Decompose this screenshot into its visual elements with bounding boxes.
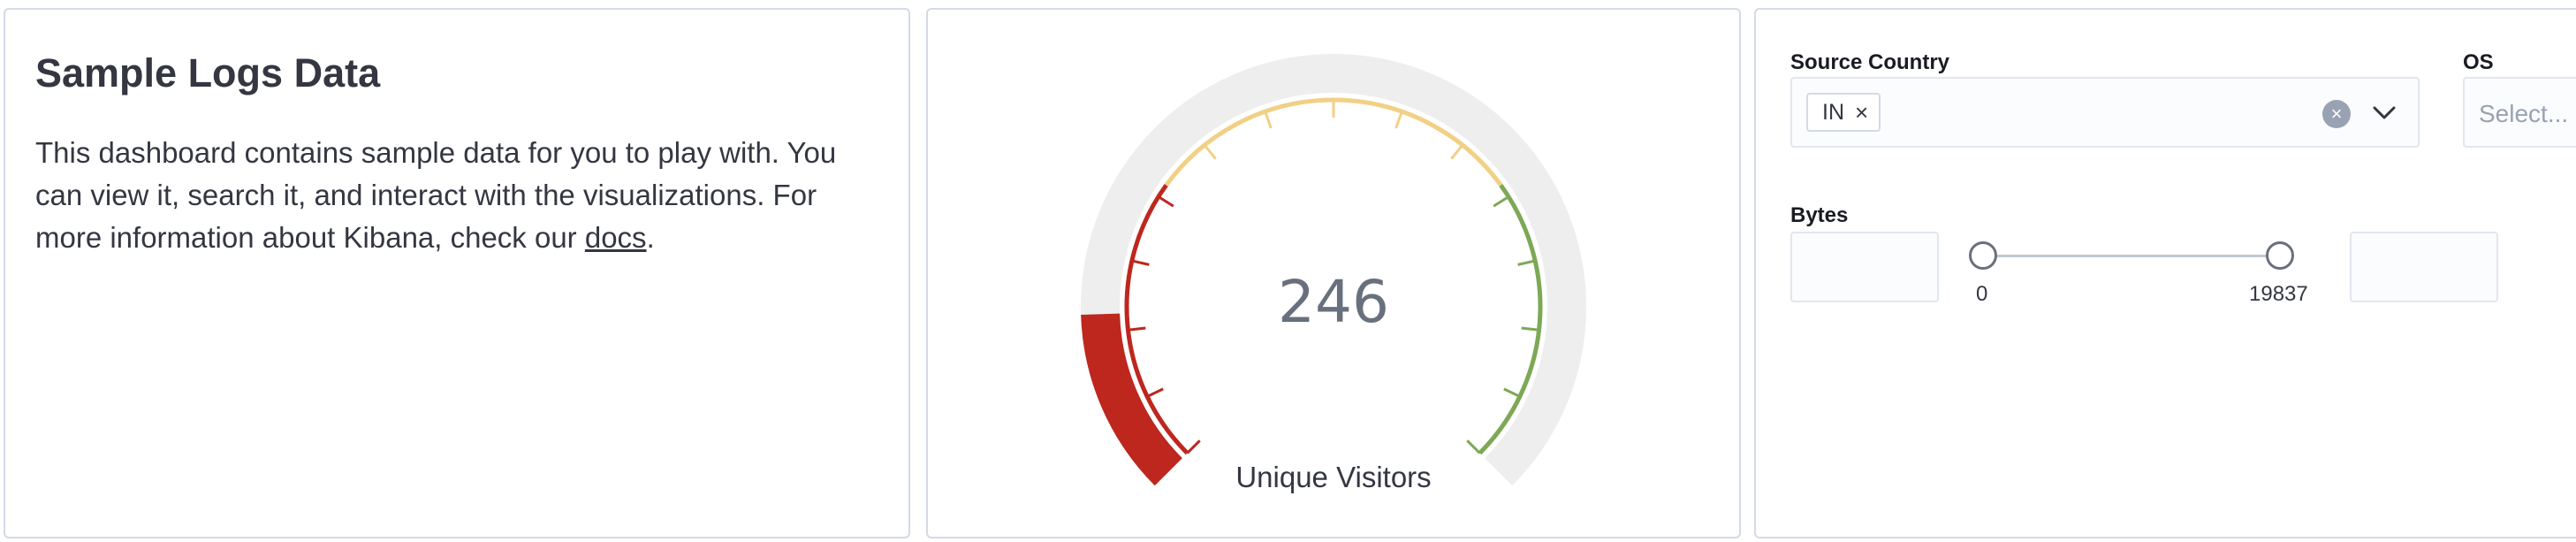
range-max-label: 19837 — [2249, 282, 2308, 306]
gauge-panel: 246 Unique Visitors — [926, 8, 1741, 538]
range-slider-track[interactable] — [1983, 255, 2280, 257]
pill-label: IN — [1822, 99, 1844, 125]
docs-link[interactable]: docs — [585, 221, 647, 254]
markdown-text-main: This dashboard contains sample data for … — [35, 136, 837, 254]
gauge-tick — [1264, 111, 1273, 129]
gauge-tick — [1158, 195, 1174, 208]
gauge-chart: 246 — [1081, 54, 1586, 486]
gauge-value-arc — [1081, 313, 1183, 486]
cross-icon[interactable]: × — [1855, 101, 1868, 124]
selected-country-pill: IN × — [1806, 93, 1881, 132]
gauge-tick — [1146, 387, 1164, 398]
gauge-tick — [1450, 144, 1464, 160]
range-min-handle[interactable] — [1969, 241, 1997, 270]
gauge-tick — [1203, 144, 1217, 160]
bytes-min-input[interactable] — [1790, 232, 1939, 302]
source-country-combobox[interactable]: IN × × — [1790, 77, 2420, 148]
bytes-max-input[interactable] — [2350, 232, 2498, 302]
gauge-label: Unique Visitors — [1235, 461, 1432, 493]
range-max-handle[interactable] — [2266, 241, 2294, 270]
os-combobox[interactable]: Select... — [2463, 77, 2576, 148]
controls-panel: Source Country IN × × OS Select... Bytes… — [1754, 8, 2576, 538]
range-min-label: 0 — [1976, 282, 1988, 306]
markdown-text-end: . — [646, 221, 655, 254]
panel-title: Sample Logs Data — [35, 50, 381, 95]
os-placeholder: Select... — [2479, 100, 2569, 127]
source-country-label: Source Country — [1790, 50, 1950, 74]
gauge-tick — [1466, 439, 1481, 454]
chevron-down-icon[interactable] — [2368, 96, 2400, 128]
gauge-tick — [1521, 326, 1539, 332]
gauge-tick — [1493, 195, 1509, 208]
gauge-value: 246 — [1278, 268, 1389, 336]
gauge-tick — [1394, 111, 1403, 129]
os-label: OS — [2463, 50, 2494, 74]
markdown-text: This dashboard contains sample data for … — [35, 132, 884, 259]
gauge-tick — [1128, 326, 1146, 332]
gauge-tick — [1503, 387, 1521, 398]
clear-icon[interactable]: × — [2322, 100, 2351, 128]
gauge-tick — [1186, 439, 1201, 454]
markdown-panel: Sample Logs Data This dashboard contains… — [4, 8, 910, 538]
gauge-tick — [1517, 259, 1536, 266]
gauge-tick — [1131, 259, 1150, 266]
bytes-label: Bytes — [1790, 203, 1849, 227]
